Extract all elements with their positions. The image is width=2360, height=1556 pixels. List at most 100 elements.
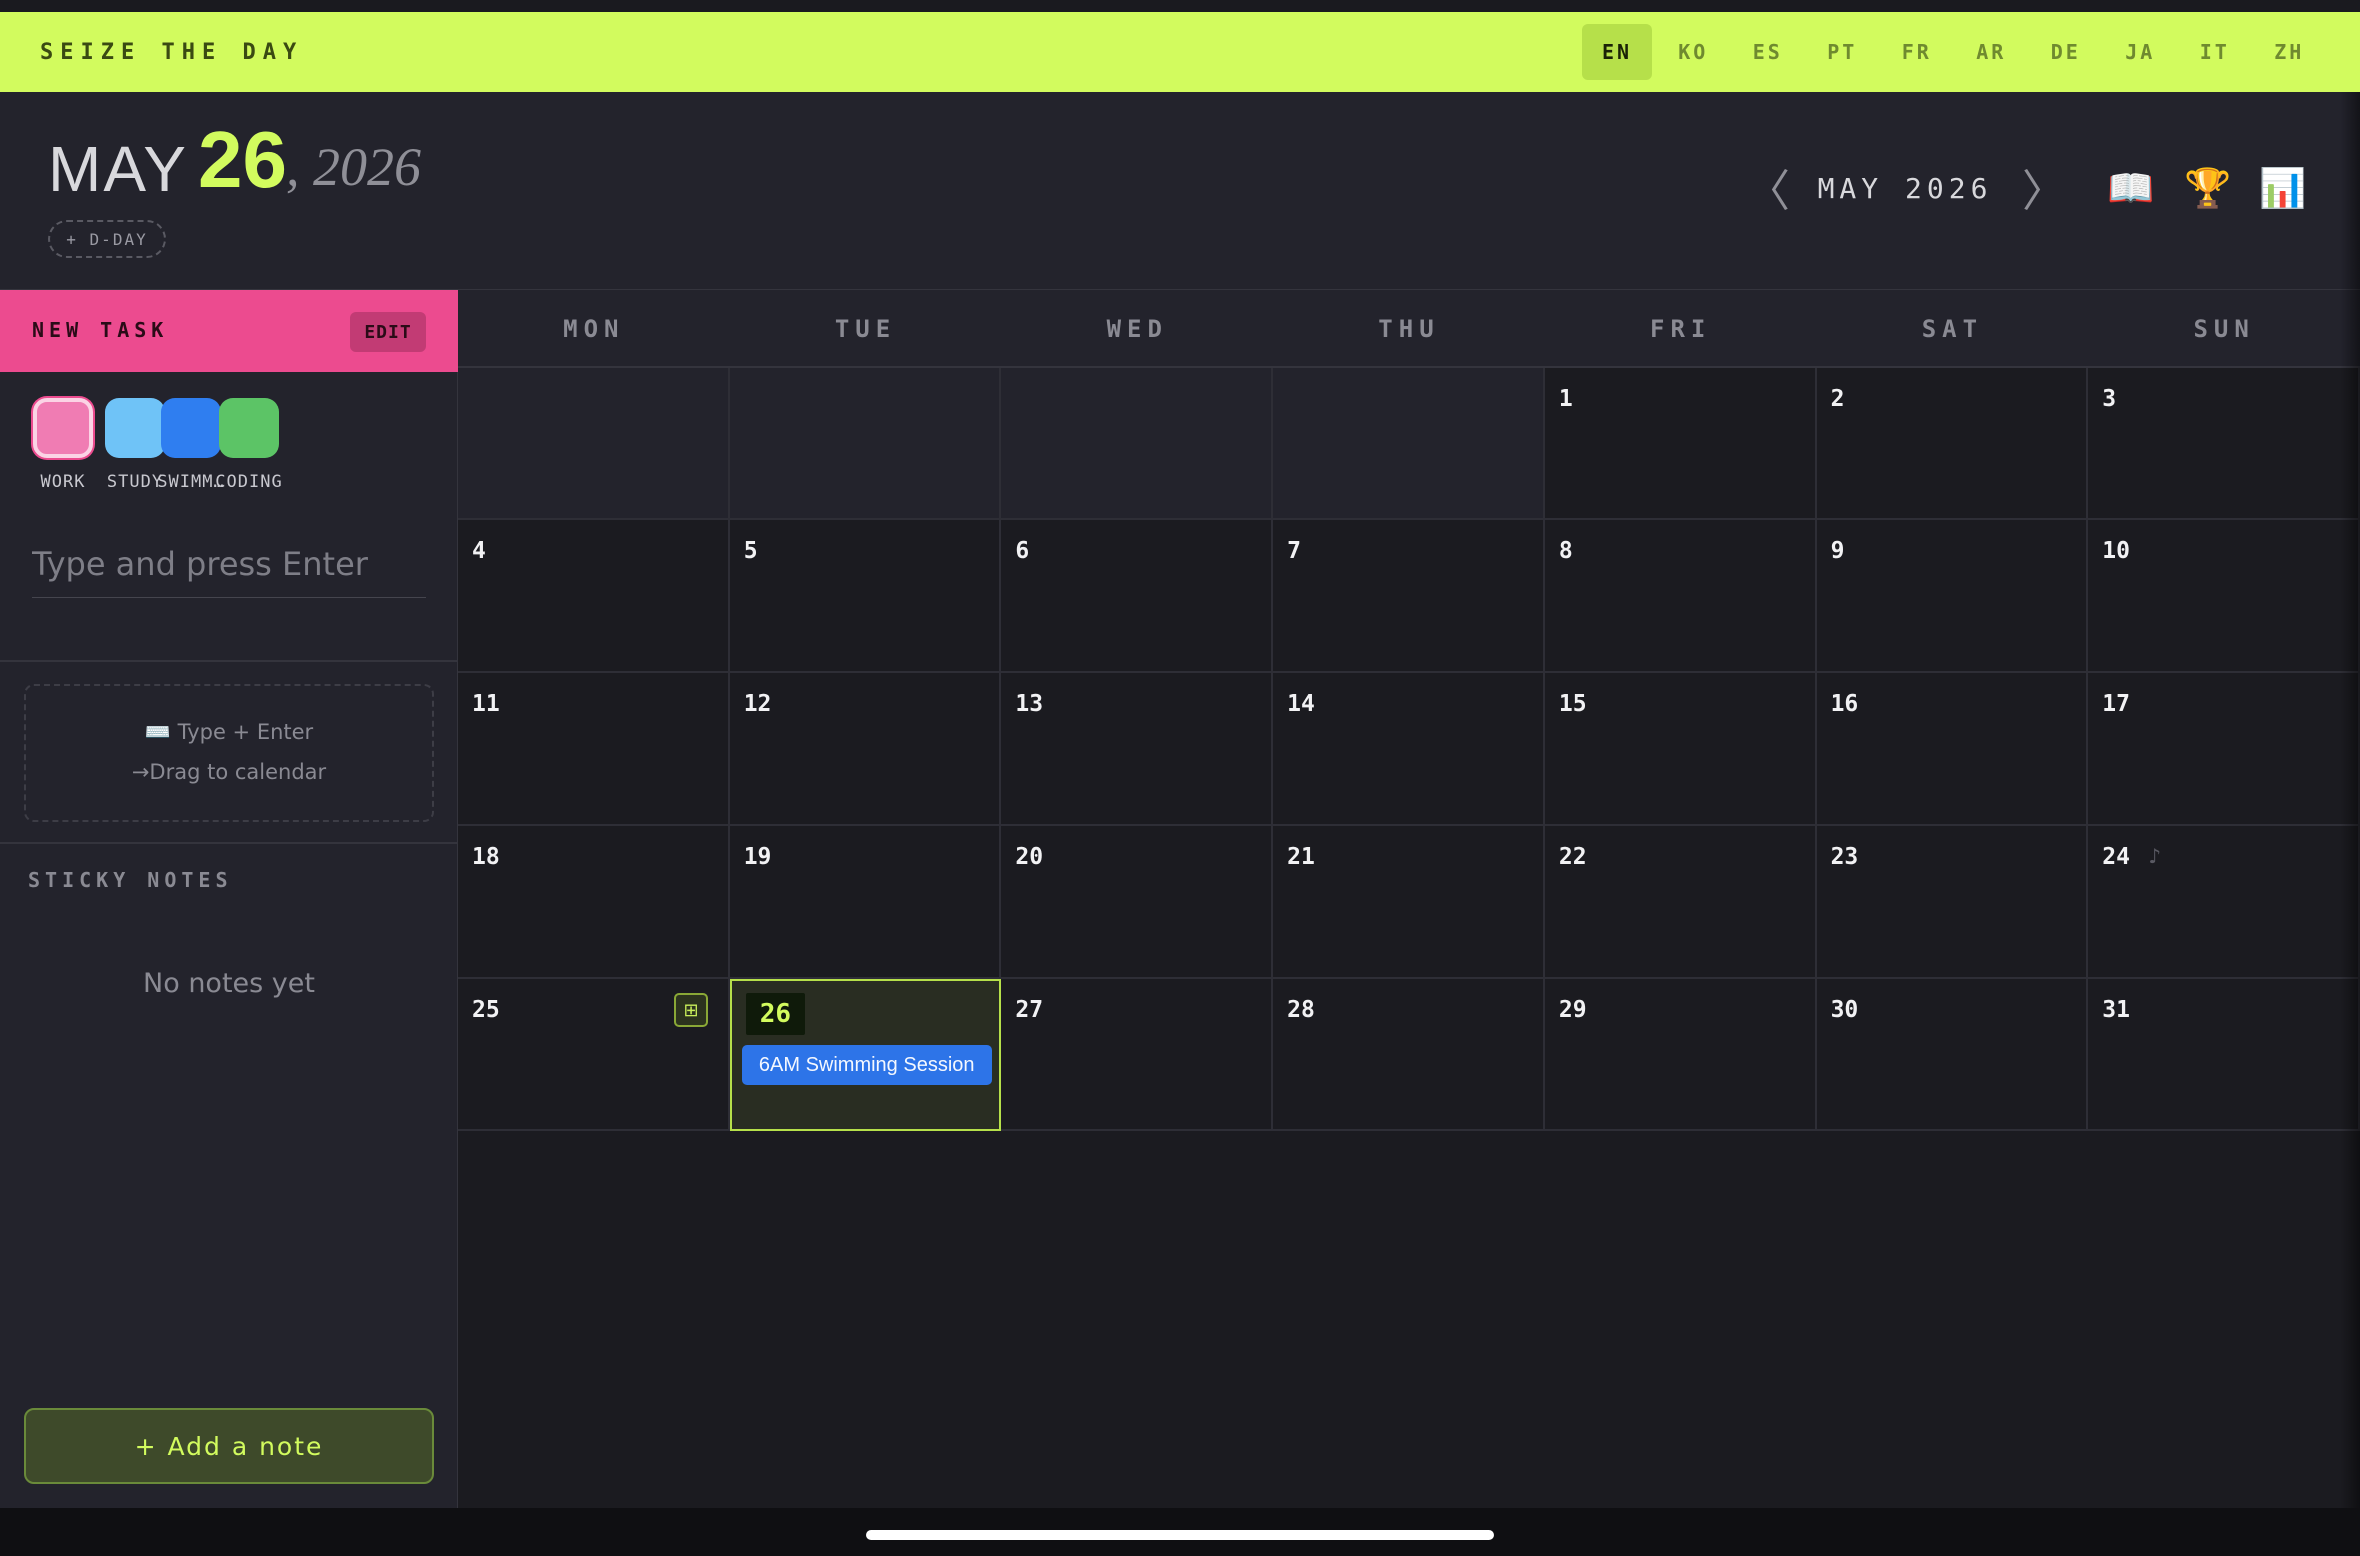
home-indicator[interactable] <box>866 1530 1494 1540</box>
calendar-cell-empty <box>458 368 730 520</box>
calendar-day-1[interactable]: 1 <box>1544 368 1817 520</box>
calendar-day-6[interactable]: 6 <box>1001 520 1274 673</box>
add-note-button[interactable]: + Add a note <box>24 1408 434 1484</box>
language-option-fr[interactable]: FR <box>1880 24 1955 80</box>
day-number: 16 <box>1830 691 1859 717</box>
chevron-left-icon[interactable]: 〈 <box>1746 162 1790 217</box>
calendar-day-15[interactable]: 15 <box>1544 673 1817 826</box>
add-dday-button[interactable]: + D-DAY <box>48 220 166 258</box>
day-number: 3 <box>2102 386 2117 412</box>
calendar-day-3[interactable]: 3 <box>2088 368 2360 520</box>
task-input[interactable] <box>32 530 426 598</box>
language-option-de[interactable]: DE <box>2029 24 2104 80</box>
category-swatch[interactable] <box>219 398 279 458</box>
day-number: 5 <box>743 538 758 564</box>
edit-categories-button[interactable]: EDIT <box>350 312 426 352</box>
calendar-day-4[interactable]: 4 <box>458 520 730 673</box>
weekday-sun: SUN <box>2193 315 2255 343</box>
calendar-day-8[interactable]: 8 <box>1544 520 1817 673</box>
day-number: 6 <box>1015 538 1030 564</box>
chevron-right-icon[interactable]: 〉 <box>2022 162 2066 217</box>
calendar-day-14[interactable]: 14 <box>1273 673 1545 826</box>
weekday-sat: SAT <box>1921 315 1984 343</box>
calendar-grid: MON TUE WED THU FRI SAT SUN 1 2 3 4 5 6 7 8 9 10 11 12 13 1… <box>458 290 2360 1508</box>
category-work[interactable]: WORK <box>28 398 98 492</box>
weekday-fri: FRI <box>1650 315 1712 343</box>
calendar-day-21[interactable]: 21 <box>1273 826 1545 979</box>
day-number: 15 <box>1558 691 1587 717</box>
hint-box: ⌨️ Type + Enter →Drag to calendar <box>24 684 434 822</box>
sticky-notes-title: STICKY NOTES <box>28 868 233 892</box>
calendar-day-29[interactable]: 29 <box>1544 979 1817 1131</box>
day-number: 18 <box>472 844 500 870</box>
book-icon[interactable]: 📖 <box>2106 164 2156 214</box>
day-number: 23 <box>1830 844 1859 870</box>
divider <box>0 660 458 662</box>
language-option-ar[interactable]: AR <box>1954 24 2029 80</box>
day-number: 19 <box>743 844 772 870</box>
category-swatch[interactable] <box>33 398 93 458</box>
calendar-day-18[interactable]: 18 <box>458 826 730 979</box>
language-option-ja[interactable]: JA <box>2103 24 2178 80</box>
event-chip[interactable]: 6AM Swimming Session <box>741 1045 992 1085</box>
calendar-day-24[interactable]: 24 ♪ <box>2088 826 2360 979</box>
calendar-day-23[interactable]: 23 <box>1816 826 2089 979</box>
day-number: 8 <box>1558 538 1573 564</box>
day-number: 14 <box>1287 691 1315 717</box>
trophy-icon[interactable]: 🏆 <box>2183 164 2233 214</box>
day-number: 2 <box>1830 386 1845 412</box>
calendar-day-13[interactable]: 13 <box>1001 673 1274 826</box>
calendar-day-12[interactable]: 12 <box>729 673 1002 826</box>
calendar-day-27[interactable]: 27 <box>1001 979 1274 1131</box>
language-option-zh[interactable]: ZH <box>2252 24 2327 80</box>
category-swatch[interactable] <box>161 398 221 458</box>
calendar-day-22[interactable]: 22 <box>1544 826 1817 979</box>
calendar-day-31[interactable]: 31 <box>2088 979 2360 1131</box>
day-number: 12 <box>743 691 772 717</box>
calendar-day-5[interactable]: 5 <box>729 520 1002 673</box>
language-option-it[interactable]: IT <box>2178 24 2253 80</box>
calendar-day-28[interactable]: 28 <box>1273 979 1545 1131</box>
app-brand: SEIZE THE DAY <box>40 40 304 65</box>
day-number: 25 <box>472 997 500 1023</box>
music-note-icon: ♪ <box>2148 844 2162 868</box>
calendar-day-11[interactable]: 11 <box>458 673 730 826</box>
calendar-day-9[interactable]: 9 <box>1816 520 2089 673</box>
empty-notes-message: No notes yet <box>143 968 315 999</box>
calendar-cell-empty <box>729 368 1002 520</box>
day-number: 4 <box>472 538 486 564</box>
calendar-day-20[interactable]: 20 <box>1001 826 1274 979</box>
calendar-day-2[interactable]: 2 <box>1816 368 2089 520</box>
calendar-day-19[interactable]: 19 <box>729 826 1002 979</box>
day-number: 21 <box>1287 844 1315 870</box>
language-option-ko[interactable]: KO <box>1656 24 1731 80</box>
day-note-icon[interactable]: ⊞ <box>674 993 708 1027</box>
category-label: CODING <box>215 472 283 492</box>
calendar-day-25[interactable]: 25 ⊞ <box>458 979 730 1131</box>
chart-icon[interactable]: 📊 <box>2258 164 2308 214</box>
divider <box>0 842 458 844</box>
weekday-wed: WED <box>1106 315 1168 343</box>
day-number: 30 <box>1830 997 1859 1023</box>
calendar-cell-empty <box>1001 368 1274 520</box>
calendar-day-16[interactable]: 16 <box>1816 673 2089 826</box>
new-task-title: NEW TASK <box>32 318 169 342</box>
calendar-day-7[interactable]: 7 <box>1273 520 1545 673</box>
calendar-day-26[interactable]: 26 6AM Swimming Session <box>729 979 1002 1131</box>
day-number: 27 <box>1015 997 1044 1023</box>
day-number: 13 <box>1015 691 1044 717</box>
day-number: 1 <box>1558 386 1573 412</box>
edge-shadow <box>2340 92 2360 1508</box>
language-option-es[interactable]: ES <box>1731 24 1806 80</box>
hint-type-enter: ⌨️ Type + Enter <box>144 720 314 744</box>
day-number: 20 <box>1015 844 1044 870</box>
category-coding[interactable]: CODING <box>214 398 284 492</box>
date-header: MAY 26 , 2026 + D-DAY 〈 MAY 2026 〉 📖 🏆 📊 <box>0 92 2360 290</box>
calendar-day-10[interactable]: 10 <box>2088 520 2360 673</box>
category-picker: WORK STUDY SWIMM… CODING <box>28 398 448 498</box>
hint-drag: →Drag to calendar <box>131 760 327 784</box>
language-option-en[interactable]: EN <box>1582 24 1652 80</box>
calendar-day-17[interactable]: 17 <box>2088 673 2360 826</box>
calendar-day-30[interactable]: 30 <box>1816 979 2089 1131</box>
language-option-pt[interactable]: PT <box>1805 24 1880 80</box>
